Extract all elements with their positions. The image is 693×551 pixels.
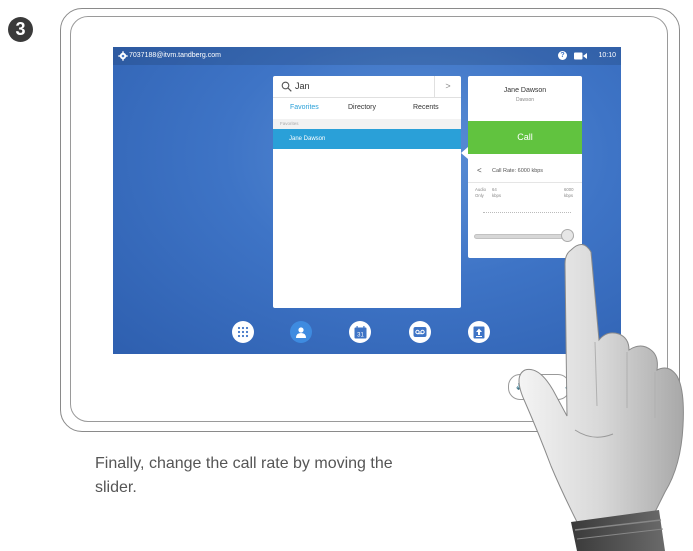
slider-max-label-1: 6000 <box>564 187 574 192</box>
tab-directory[interactable]: Directory <box>348 104 376 111</box>
keypad-icon <box>237 326 249 338</box>
directory-panel: Jan > Favorites Directory Recents Favori… <box>273 76 461 308</box>
system-address: 7037188@itvm.tandberg.com <box>129 52 221 59</box>
contact-name: Jane Dawson <box>289 136 326 142</box>
voicemail-icon <box>413 327 427 337</box>
gear-icon[interactable] <box>118 51 128 61</box>
slider-low-label-2: kbps <box>492 193 502 198</box>
clock: 10:10 <box>598 52 616 59</box>
voicemail-button[interactable] <box>409 321 431 343</box>
search-bar[interactable]: Jan > <box>273 76 461 98</box>
list-item[interactable]: Jane Dawson <box>273 129 461 149</box>
divider <box>468 182 582 183</box>
calendar-icon: 31 <box>354 325 366 338</box>
call-rate-label: Call Rate: 6000 kbps <box>492 168 544 174</box>
slider-max-label-2: kbps <box>564 193 574 198</box>
share-button[interactable] <box>468 321 490 343</box>
search-input[interactable]: Jan <box>295 81 310 91</box>
section-label: Favorites <box>273 119 461 129</box>
search-icon <box>281 81 292 92</box>
keypad-button[interactable] <box>232 321 254 343</box>
tab-recents[interactable]: Recents <box>413 104 439 111</box>
tab-favorites[interactable]: Favorites <box>290 104 319 111</box>
camera-icon[interactable] <box>574 52 587 60</box>
pointing-hand-illustration <box>518 244 684 551</box>
directory-tabs: Favorites Directory Recents <box>273 97 461 119</box>
calendar-button[interactable]: 31 <box>349 321 371 343</box>
search-go-button[interactable]: > <box>434 76 461 97</box>
help-icon[interactable]: ? <box>558 51 567 60</box>
instruction-caption: Finally, change the call rate by moving … <box>95 455 393 496</box>
back-icon[interactable]: < <box>477 166 482 175</box>
call-button[interactable]: Call <box>468 121 582 154</box>
slider-min-label-1: Audio <box>475 187 486 192</box>
status-bar: 7037188@itvm.tandberg.com ? 10:10 <box>113 47 621 65</box>
callee-name: Jane Dawson <box>503 87 547 94</box>
contacts-icon <box>296 327 306 338</box>
call-rate-row: < Call Rate: 6000 kbps <box>468 166 582 178</box>
share-icon <box>473 326 485 338</box>
slider-low-label-1: 64 <box>492 187 497 192</box>
panel-pointer <box>461 147 468 159</box>
calendar-day: 31 <box>357 332 364 338</box>
step-badge: 3 <box>8 17 33 42</box>
slider-min-label-2: Only <box>475 193 484 198</box>
slider-ticks <box>483 212 571 217</box>
contacts-button[interactable] <box>290 321 312 343</box>
callee-subtitle: Dawson <box>515 97 535 103</box>
